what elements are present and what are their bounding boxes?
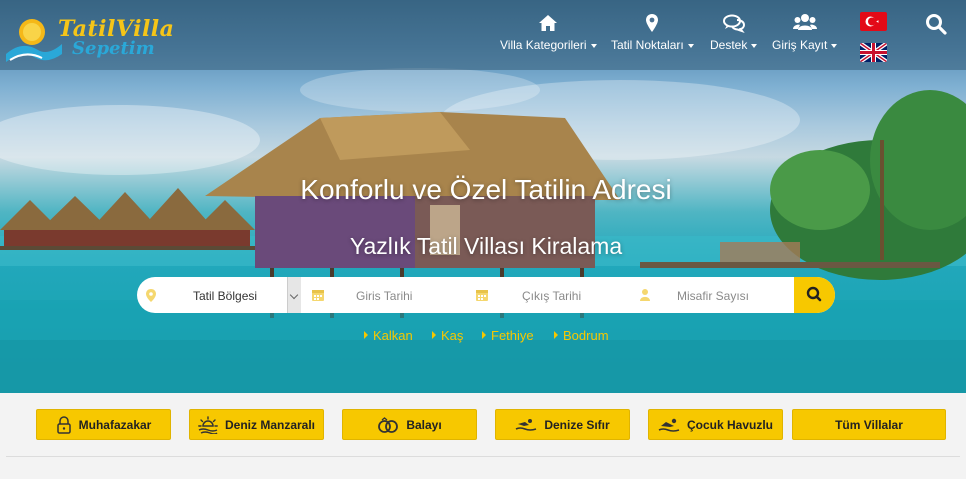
calendar-icon: [312, 290, 324, 301]
category-label: Balayı: [406, 417, 442, 432]
user-icon: [640, 289, 650, 301]
search-icon: [806, 286, 822, 302]
nav-tatil-noktalari[interactable]: Tatil Noktaları: [611, 12, 694, 52]
map-marker-icon: [146, 289, 156, 302]
rings-icon: [378, 416, 399, 433]
quick-link-label: Bodrum: [563, 328, 609, 343]
category-label: Tüm Villalar: [835, 417, 903, 432]
nav-villa-kategorileri[interactable]: Villa Kategorileri: [500, 12, 597, 52]
chevron-down-icon: [687, 43, 694, 48]
hero-title: Konforlu ve Özel Tatilin Adresi: [300, 174, 672, 205]
category-muhafazakar-button[interactable]: Muhafazakar: [36, 409, 171, 440]
villa-search-bar: Tatil Bölgesi Giris Tarihi Çıkış Tarihi: [137, 277, 835, 313]
chevron-down-icon: [590, 43, 597, 48]
nav-destek[interactable]: Destek: [710, 12, 758, 52]
caret-right-icon: [482, 331, 486, 339]
logo-sun-wave-icon: [6, 19, 62, 62]
search-submit-button[interactable]: [794, 277, 835, 313]
map-marker-icon: [646, 14, 659, 32]
chevron-down-icon: [751, 43, 758, 48]
quick-link-kalkan[interactable]: Kalkan: [364, 328, 413, 343]
nav-label: Tatil Noktaları: [611, 38, 684, 52]
guest-placeholder: Misafir Sayısı: [677, 289, 750, 303]
logo-text-secondary: Sepetim: [72, 38, 155, 59]
category-cocuk-havuzlu-button[interactable]: Çocuk Havuzlu: [648, 409, 783, 440]
swimmer-icon: [658, 418, 680, 432]
turkish-flag-icon[interactable]: [860, 12, 887, 31]
caret-right-icon: [554, 331, 558, 339]
beach-icon: [515, 418, 537, 431]
region-select[interactable]: Tatil Bölgesi: [137, 277, 301, 313]
chevron-down-icon: [831, 43, 838, 48]
nav-label: Giriş Kayıt: [772, 38, 828, 52]
uk-flag-icon[interactable]: [860, 43, 887, 62]
lock-icon: [56, 415, 71, 434]
header-bar: TatilVilla Sepetim Villa Kategorileri Ta…: [0, 0, 966, 70]
search-icon[interactable]: [924, 12, 948, 36]
quick-link-label: Kalkan: [373, 328, 413, 343]
checkin-date-input[interactable]: Giris Tarihi: [301, 277, 467, 313]
guest-count-input[interactable]: Misafir Sayısı: [631, 277, 795, 313]
sun-icon: [198, 415, 218, 434]
hero-banner: TatilVilla Sepetim Villa Kategorileri Ta…: [0, 0, 966, 393]
category-label: Çocuk Havuzlu: [686, 417, 773, 432]
quick-link-bodrum[interactable]: Bodrum: [554, 328, 609, 343]
calendar-icon: [476, 290, 488, 301]
chat-icon: [722, 14, 745, 33]
quick-link-label: Fethiye: [491, 328, 534, 343]
chevron-down-icon[interactable]: [287, 277, 301, 313]
checkin-placeholder: Giris Tarihi: [356, 289, 413, 303]
checkout-date-input[interactable]: Çıkış Tarihi: [467, 277, 631, 313]
quick-link-kas[interactable]: Kaş: [432, 328, 463, 343]
category-label: Denize Sıfır: [544, 417, 610, 432]
page: TatilVilla Sepetim Villa Kategorileri Ta…: [0, 0, 966, 479]
checkout-placeholder: Çıkış Tarihi: [522, 289, 582, 303]
quick-link-label: Kaş: [441, 328, 464, 343]
divider: [6, 456, 960, 457]
caret-right-icon: [364, 331, 368, 339]
users-icon: [792, 14, 817, 30]
nav-label: Villa Kategorileri: [500, 38, 587, 52]
category-tum-villalar-button[interactable]: Tüm Villalar: [792, 409, 946, 440]
nav-giris-kayit[interactable]: Giriş Kayıt: [772, 12, 838, 52]
home-icon: [539, 15, 558, 31]
nav-label: Destek: [710, 38, 748, 52]
region-select-value: Tatil Bölgesi: [193, 289, 258, 303]
category-balayi-button[interactable]: Balayı: [342, 409, 477, 440]
category-label: Deniz Manzaralı: [224, 417, 316, 432]
site-logo[interactable]: TatilVilla Sepetim: [4, 14, 174, 66]
category-deniz-manzarali-button[interactable]: Deniz Manzaralı: [189, 409, 324, 440]
category-denize-sifir-button[interactable]: Denize Sıfır: [495, 409, 630, 440]
caret-right-icon: [432, 331, 436, 339]
quick-link-fethiye[interactable]: Fethiye: [482, 328, 534, 343]
hero-subtitle: Yazlık Tatil Villası Kiralama: [349, 233, 623, 259]
category-label: Muhafazakar: [78, 417, 152, 432]
